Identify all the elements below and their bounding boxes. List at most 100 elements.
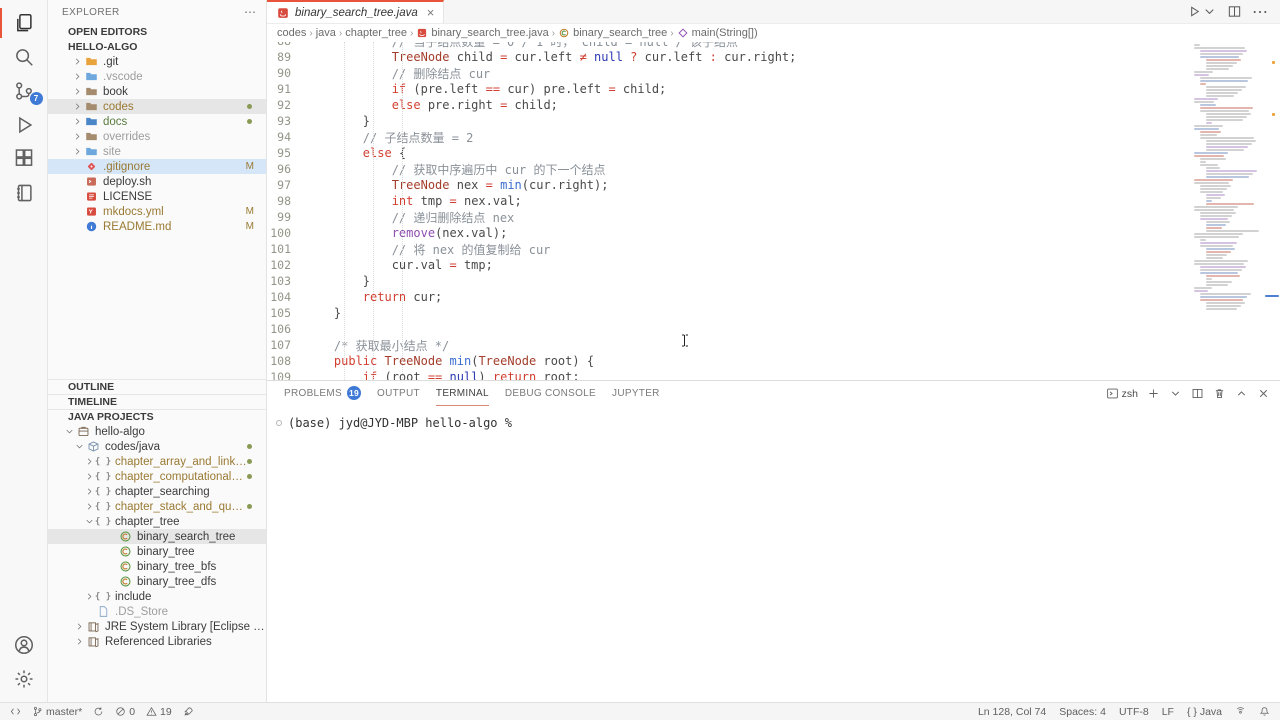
java-file-icon <box>276 6 290 20</box>
minimap[interactable] <box>1194 44 1266 332</box>
panel-tab-debug-console[interactable]: DEBUG CONSOLE <box>505 381 596 406</box>
explorer-item-overrides[interactable]: overrides <box>48 129 266 144</box>
java-project-item-codes-java[interactable]: codes/java <box>48 439 266 454</box>
sidebar-more-actions-icon[interactable]: ⋯ <box>244 5 256 19</box>
braces-icon: { } <box>96 455 110 469</box>
java-project-item-chapter-stack-and-queue[interactable]: { }chapter_stack_and_queue <box>48 499 266 514</box>
activity-notebook[interactable] <box>0 176 48 210</box>
chevron-down-icon <box>72 440 86 454</box>
status--java[interactable]: { } Java <box>1187 706 1222 718</box>
java-project-item-binary-tree-bfs[interactable]: binary_tree_bfs <box>48 559 266 574</box>
item-label: .DS_Store <box>115 606 266 618</box>
java-project-item-include[interactable]: { }include <box>48 589 266 604</box>
java-project-item-hello-algo[interactable]: hello-algo <box>48 424 266 439</box>
indent-spacer <box>104 560 118 574</box>
status-broadcast-icon[interactable] <box>1235 706 1246 717</box>
folder-icon <box>84 70 98 84</box>
indent-spacer <box>70 205 84 219</box>
status-sync-icon[interactable] <box>93 706 104 717</box>
close-panel-icon[interactable] <box>1257 387 1270 400</box>
java-project-item-binary-search-tree[interactable]: binary_search_tree <box>48 529 266 544</box>
activity-extensions[interactable] <box>0 142 48 176</box>
code-line-106: 106 <box>267 321 1280 337</box>
java-project-item-binary-tree-dfs[interactable]: binary_tree_dfs <box>48 574 266 589</box>
maximize-panel-icon[interactable] <box>1235 387 1248 400</box>
search-icon <box>13 46 35 68</box>
status-warning-icon[interactable]: 19 <box>146 706 172 718</box>
activity-explorer[interactable] <box>0 6 48 40</box>
status-lf[interactable]: LF <box>1162 706 1174 718</box>
activity-run-debug[interactable] <box>0 108 48 142</box>
item-label: codes <box>103 101 247 113</box>
java-project-item-chapter-tree[interactable]: { }chapter_tree <box>48 514 266 529</box>
java-project-item--ds-store[interactable]: .DS_Store <box>48 604 266 619</box>
modified-dot <box>247 104 252 109</box>
panel-tab-problems[interactable]: PROBLEMS19 <box>284 381 361 406</box>
ruler-cursor-mark <box>1265 295 1279 297</box>
explorer-item-license[interactable]: LICENSE <box>48 189 266 204</box>
line-number: 100 <box>267 226 301 240</box>
class-icon <box>118 560 132 574</box>
explorer-item--vscode[interactable]: .vscode <box>48 69 266 84</box>
status-bar: master* 0 19 Ln 128, Col 74 Spaces: 4 UTF-8 LF… <box>0 702 1280 720</box>
outline-section[interactable]: OUTLINE <box>48 379 266 394</box>
java-project-item-chapter-computational-complexity[interactable]: { }chapter_computational_complexity <box>48 469 266 484</box>
activity-settings[interactable] <box>0 662 48 696</box>
panel-tab-output[interactable]: OUTPUT <box>377 381 420 406</box>
kill-terminal-icon[interactable] <box>1213 387 1226 400</box>
java-projects-section[interactable]: JAVA PROJECTS <box>48 409 266 424</box>
terminal-dropdown-icon[interactable] <box>1169 387 1182 400</box>
explorer-item-mkdocs-yml[interactable]: mkdocs.ymlM <box>48 204 266 219</box>
project-root-section[interactable]: HELLO-ALGO <box>48 39 266 54</box>
explorer-item-deploy-sh[interactable]: deploy.sh <box>48 174 266 189</box>
status-spaces-4[interactable]: Spaces: 4 <box>1059 706 1106 718</box>
java-project-item-referenced-libraries[interactable]: Referenced Libraries <box>48 634 266 649</box>
new-terminal-button[interactable] <box>1147 387 1160 400</box>
status-error-icon[interactable]: 0 <box>115 706 135 718</box>
split-editor-icon[interactable] <box>1227 4 1242 19</box>
panel-tab-jupyter[interactable]: JUPYTER <box>612 381 660 406</box>
status-branch-icon[interactable]: master* <box>32 706 82 718</box>
status-bell-icon[interactable] <box>1259 706 1270 717</box>
explorer-item-docs[interactable]: docs <box>48 114 266 129</box>
tab-binary-search-tree[interactable]: binary_search_tree.java × <box>267 0 444 23</box>
explorer-item--git[interactable]: .git <box>48 54 266 69</box>
split-terminal-icon[interactable] <box>1191 387 1204 400</box>
open-editors-section[interactable]: OPEN EDITORS <box>48 24 266 39</box>
close-tab-icon[interactable]: × <box>427 6 435 19</box>
java-project-item-chapter-searching[interactable]: { }chapter_searching <box>48 484 266 499</box>
explorer-item-readme-md[interactable]: README.mdM <box>48 219 266 234</box>
run-button[interactable] <box>1187 4 1217 19</box>
folder-icon <box>84 130 98 144</box>
java-project-item-binary-tree[interactable]: binary_tree <box>48 544 266 559</box>
code-editor[interactable]: 88 // 当子结点数量 = 0 / 1 时， child = null / 该… <box>267 42 1280 380</box>
java-project-item-chapter-array-and-linkedlist[interactable]: { }chapter_array_and_linkedlist <box>48 454 266 469</box>
explorer-item-book[interactable]: book <box>48 84 266 99</box>
java-project-item-jre-system-library-eclipse-temurin-17-17-[interactable]: JRE System Library [Eclipse Temurin 17 [… <box>48 619 266 634</box>
terminal[interactable]: (base) jyd@JYD-MBP hello-algo % <box>267 406 1280 702</box>
breadcrumb-item-java[interactable]: java <box>316 27 336 39</box>
breadcrumb-separator: › <box>670 28 673 39</box>
breadcrumb-item-binary-search-tree[interactable]: binary_search_tree <box>558 27 667 39</box>
activity-source-control[interactable]: 7 <box>0 74 48 108</box>
terminal-prompt: (base) jyd@JYD-MBP hello-algo % <box>288 416 512 430</box>
explorer-item--gitignore[interactable]: .gitignoreM <box>48 159 266 174</box>
breadcrumb-item-main-string-[interactable]: main(String[]) <box>677 27 758 39</box>
explorer-item-site[interactable]: site <box>48 144 266 159</box>
activity-account[interactable] <box>0 628 48 662</box>
breadcrumb-label: chapter_tree <box>345 27 407 39</box>
breadcrumb-item-chapter-tree[interactable]: chapter_tree <box>345 27 407 39</box>
status-remote-icon[interactable] <box>10 706 21 717</box>
breadcrumb-item-binary-search-tree-java[interactable]: binary_search_tree.java <box>416 27 548 39</box>
activity-search[interactable] <box>0 40 48 74</box>
panel-tab-terminal[interactable]: TERMINAL <box>436 381 489 406</box>
timeline-section[interactable]: TIMELINE <box>48 394 266 409</box>
readme-file-icon <box>84 220 98 234</box>
terminal-shell-icon[interactable]: zsh <box>1106 387 1138 400</box>
editor-more-actions-icon[interactable]: ⋯ <box>1252 2 1268 22</box>
breadcrumb-item-codes[interactable]: codes <box>277 27 306 39</box>
explorer-item-codes[interactable]: codes <box>48 99 266 114</box>
status-ln-128-col-74[interactable]: Ln 128, Col 74 <box>978 706 1046 718</box>
status-utf-8[interactable]: UTF-8 <box>1119 706 1149 718</box>
status-rocket-icon[interactable] <box>183 706 194 717</box>
